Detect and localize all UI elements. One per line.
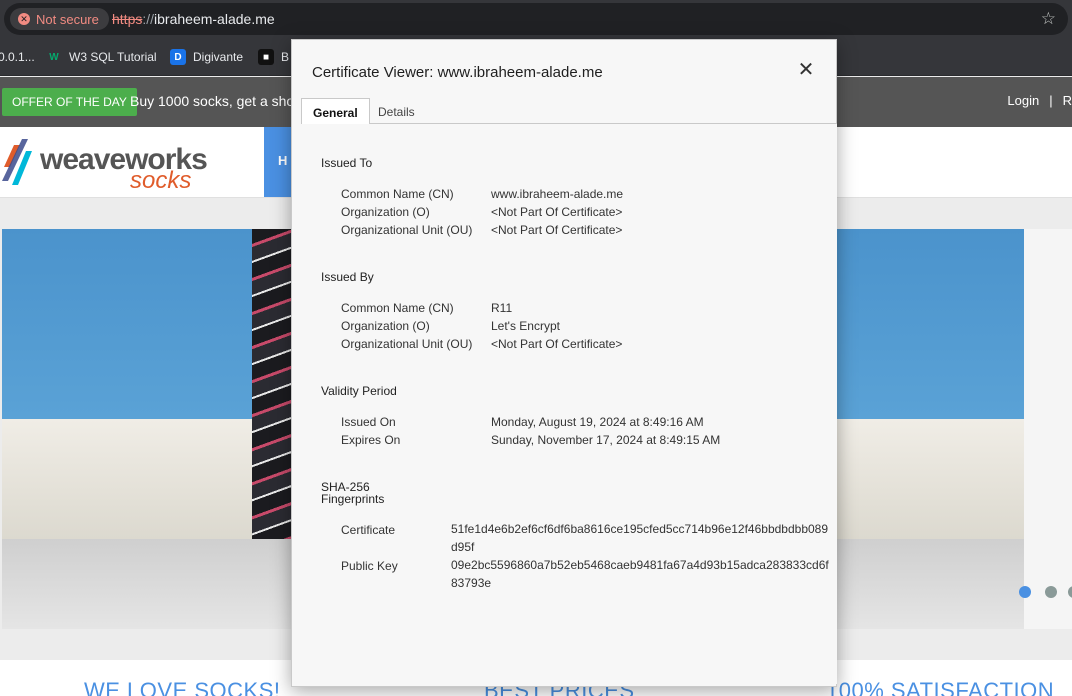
fingerprints-heading-line2: Fingerprints [321, 492, 385, 506]
link-separator: | [1049, 93, 1053, 108]
striped-sock-leg [252, 229, 292, 539]
issued-by-ou-label: Organizational Unit (OU) [341, 337, 473, 351]
warning-icon: ✕ [18, 13, 30, 25]
bookmark-star-icon[interactable]: ☆ [1041, 9, 1056, 29]
weaveworks-socks-logo[interactable]: weaveworks socks [2, 137, 232, 194]
hero-side-panel [1024, 229, 1072, 629]
url-scheme: https [112, 11, 143, 27]
issued-by-o-label: Organization (O) [341, 319, 430, 333]
carousel-dot-active[interactable] [1019, 586, 1031, 598]
issued-to-o-value: <Not Part Of Certificate> [491, 205, 623, 219]
issued-on-label: Issued On [341, 415, 396, 429]
promo-text: Buy 1000 socks, get a sho [130, 93, 295, 109]
issued-to-o-label: Organization (O) [341, 205, 430, 219]
tab-details[interactable]: Details [367, 98, 426, 125]
bookmark-label: Digivante [193, 50, 244, 64]
bookmark-label: 0.0.1... [0, 50, 35, 64]
certificate-fingerprint-value: 51fe1d4e6b2ef6cf6df6ba8616ce195cfed5cc71… [451, 522, 829, 554]
register-link[interactable]: R [1063, 93, 1072, 108]
dialog-tabs: General Details [301, 98, 837, 125]
close-icon[interactable]: ✕ [796, 60, 816, 80]
bookmark-item-local[interactable]: 0.0.1... [0, 48, 35, 66]
bookmark-label: W3 SQL Tutorial [69, 50, 157, 64]
issued-to-cn-value: www.ibraheem-alade.me [491, 187, 624, 201]
bookmark-label: B [281, 50, 290, 64]
issued-to-heading: Issued To [321, 156, 373, 170]
carousel-dot[interactable] [1045, 586, 1057, 598]
bookmark-icon: ■ [258, 49, 274, 65]
issued-by-cn-label: Common Name (CN) [341, 301, 454, 315]
logo-socks-text: socks [130, 167, 192, 194]
w3schools-icon: W [49, 51, 59, 63]
issued-on-value: Monday, August 19, 2024 at 8:49:16 AM [491, 415, 704, 429]
digivante-icon: D [170, 49, 186, 65]
issued-by-o-value: Let's Encrypt [491, 319, 560, 333]
url-host: ibraheem-alade.me [154, 11, 275, 27]
issued-by-cn-value: R11 [491, 301, 513, 315]
weaveworks-logo-mark-icon [2, 139, 32, 185]
omnibox[interactable]: ✕ Not secure https://ibraheem-alade.me ☆ [4, 3, 1068, 35]
validity-heading: Validity Period [321, 384, 397, 398]
certificate-viewer-dialog: Certificate Viewer: www.ibraheem-alade.m… [291, 39, 837, 687]
public-key-fingerprint-value: 09e2bc5596860a7b52eb5468caeb9481fa67a4d9… [451, 558, 829, 590]
account-links: Login | R [1007, 93, 1072, 108]
expires-on-label: Expires On [341, 433, 401, 447]
issued-by-ou-value: <Not Part Of Certificate> [491, 337, 623, 351]
url-text[interactable]: https://ibraheem-alade.me [112, 11, 275, 27]
expires-on-value: Sunday, November 17, 2024 at 8:49:15 AM [491, 433, 721, 447]
login-link[interactable]: Login [1007, 93, 1039, 108]
issued-to-ou-label: Organizational Unit (OU) [341, 223, 473, 237]
not-secure-label: Not secure [36, 11, 99, 27]
issued-to-ou-value: <Not Part Of Certificate> [491, 223, 623, 237]
bookmark-item-w3-sql[interactable]: W W3 SQL Tutorial [46, 48, 157, 66]
offer-of-the-day-button[interactable]: OFFER OF THE DAY [2, 88, 137, 116]
address-bar: ✕ Not secure https://ibraheem-alade.me ☆ [0, 0, 1072, 38]
url-separator: :// [142, 11, 155, 27]
issued-to-cn-label: Common Name (CN) [341, 187, 454, 201]
general-panel: Issued To Common Name (CN) www.ibraheem-… [301, 124, 837, 684]
issued-by-heading: Issued By [321, 270, 374, 284]
tab-general[interactable]: General [301, 98, 370, 125]
dialog-title: Certificate Viewer: www.ibraheem-alade.m… [312, 64, 603, 81]
certificate-fingerprint-label: Certificate [341, 523, 396, 537]
nav-home-tab[interactable]: H [264, 127, 294, 197]
feature-satisfaction: 100% SATISFACTION [826, 678, 1055, 696]
bookmark-item-digivante[interactable]: D Digivante [170, 48, 243, 66]
public-key-fingerprint-label: Public Key [341, 559, 398, 573]
bookmark-item-partial[interactable]: ■ B [258, 48, 289, 66]
not-secure-chip[interactable]: ✕ Not secure [10, 8, 109, 30]
feature-we-love-socks: WE LOVE SOCKS! [84, 678, 281, 696]
